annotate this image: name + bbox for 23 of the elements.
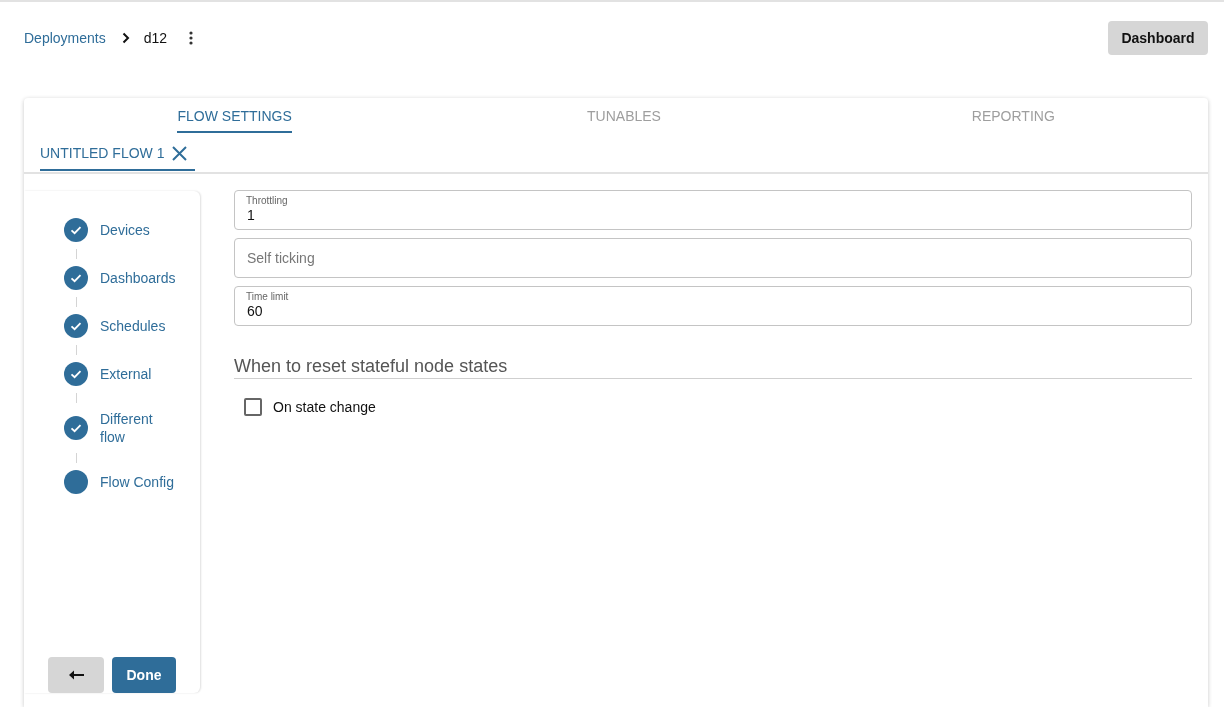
breadcrumb-link[interactable]: Deployments [24, 28, 106, 48]
arrow-left-icon [68, 670, 84, 680]
text-field[interactable]: Self ticking [234, 238, 1192, 278]
checkbox-label: On state change [273, 398, 376, 417]
checkbox[interactable] [244, 398, 262, 416]
step-label[interactable]: Dashboards [100, 269, 178, 287]
close-icon[interactable] [172, 145, 188, 161]
step-label[interactable]: Different flow [100, 410, 178, 446]
more-vertical-icon[interactable] [189, 31, 194, 45]
tab[interactable]: FLOW SETTINGS [177, 98, 292, 133]
field-label: Time limit [246, 291, 289, 303]
field-label: Throttling [246, 195, 288, 207]
back-button[interactable] [48, 657, 104, 693]
done-button[interactable]: Done [112, 657, 176, 693]
step-label[interactable]: Schedules [100, 317, 178, 335]
step-label[interactable]: Flow Config [100, 473, 178, 491]
step-label[interactable]: External [100, 365, 178, 383]
flow-tab[interactable]: UNTITLED FLOW 1 [40, 143, 196, 171]
section-heading: When to reset stateful node states [234, 355, 508, 378]
breadcrumb-current: d12 [143, 29, 168, 48]
step-label[interactable]: Devices [100, 221, 178, 239]
dashboard-button[interactable]: Dashboard [1108, 21, 1208, 55]
chevron-right-icon [121, 32, 130, 44]
